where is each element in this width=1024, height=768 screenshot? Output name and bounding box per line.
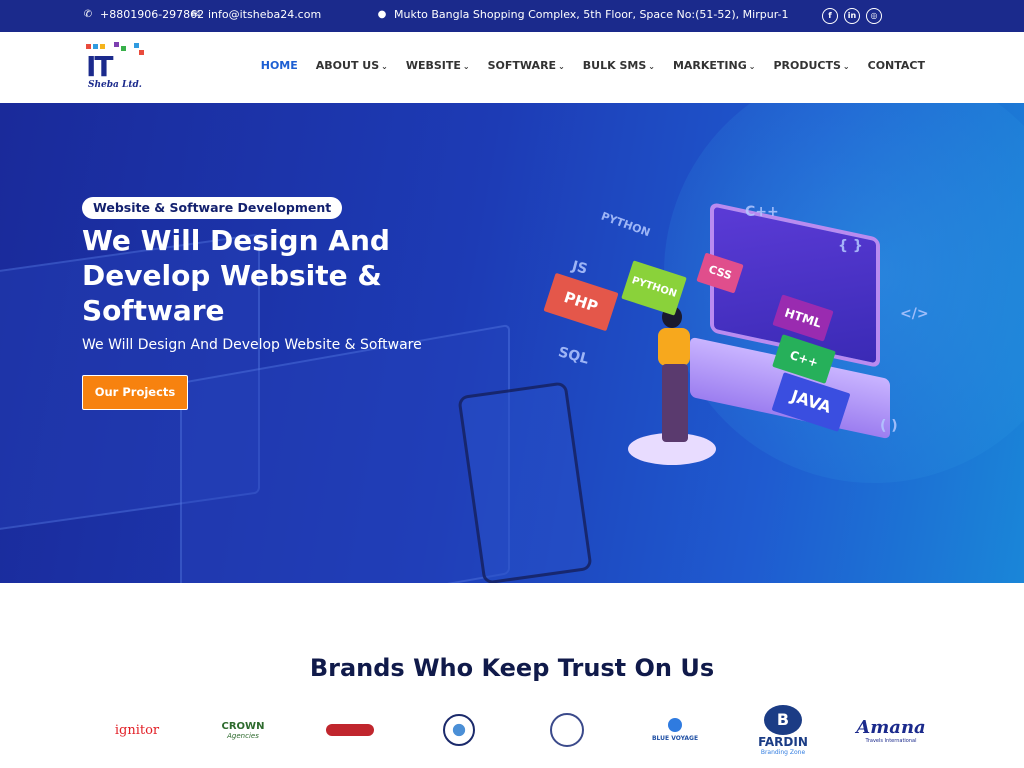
hero-badge: Website & Software Development [82,197,343,219]
our-projects-button[interactable]: Our Projects [82,375,188,410]
chevron-down-icon: ⌄ [558,62,565,71]
chevron-down-icon: ⌄ [381,62,388,71]
social-links: f in ◎ [822,8,882,24]
brand-logo-crown: CROWN Agencies [220,700,266,760]
nav-bulk-sms-label: BULK SMS [582,59,647,72]
chevron-down-icon: ⌄ [842,62,850,71]
nav-bulk-sms[interactable]: BULK SMS ⌄ [574,59,664,72]
brand-logo-amana: Amana Travels International [856,700,926,760]
round-emblem-icon [443,714,475,746]
parens-float-text: ( ) [880,418,898,434]
top-bar: ✆ +8801906-297862 ✉ info@itsheba24.com ●… [0,0,1024,32]
nav-marketing-label: MARKETING [672,59,747,72]
nav-contact[interactable]: CONTACT [859,59,934,72]
nav-about-us-label: ABOUT US [315,59,380,72]
location-pin-icon: ● [377,8,387,20]
nav-home-label: HOME [260,59,298,72]
chevron-down-icon: ⌄ [462,62,470,71]
nav-software[interactable]: SOFTWARE ⌄ [479,59,574,72]
brand-blue-voyage-text: BLUE VOYAGE [651,735,699,742]
main-navbar: IT Sheba Ltd. HOME ABOUT US ⌄ WEBSITE ⌄ SO… [0,32,1024,103]
logo-mark: IT [86,50,113,83]
nav-about-us[interactable]: ABOUT US ⌄ [307,59,397,72]
brand-amana-text: Amana [856,716,926,738]
angle-float-text: </> [900,306,929,322]
developer-illustration: PHP PYTHON CSS HTML C++ JAVA PYTHON C++ … [540,198,960,488]
person-legs [662,364,688,442]
instagram-icon[interactable]: ◎ [866,8,882,24]
hero-subtitle: We Will Design And Develop Website & Sof… [82,337,422,353]
address-contact: ● Mukto Bangla Shopping Complex, 5th Flo… [376,8,789,21]
phone-contact[interactable]: ✆ +8801906-297862 [82,8,204,21]
brand-fardin-sub: Branding Zone [760,748,806,756]
seal-emblem-icon [550,713,584,747]
logo-subtext: Sheba Ltd. [88,80,142,90]
brand-logo-foundation [326,700,374,760]
nav-home[interactable]: HOME [252,59,307,72]
site-logo[interactable]: IT Sheba Ltd. [84,40,144,96]
nav-website-label: WEBSITE [405,59,461,72]
hero-title: We Will Design And Develop Website & Sof… [82,224,390,327]
nav-software-label: SOFTWARE [487,59,557,72]
facebook-icon[interactable]: f [822,8,838,24]
brand-logo-fardin: B FARDIN Branding Zone [748,700,818,760]
main-menu: HOME ABOUT US ⌄ WEBSITE ⌄ SOFTWARE ⌄ BULK S… [252,59,934,72]
brand-ignitor-text: ignitor [114,722,160,738]
nav-products[interactable]: PRODUCTS ⌄ [764,59,858,72]
hero-banner: Website & Software Development We Will D… [0,103,1024,583]
brand-logo-emblem-2 [548,700,586,760]
brand-logo-ignitor: ignitor [112,700,162,760]
email-icon: ✉ [191,8,201,20]
brand-logo-blue-voyage: BLUE VOYAGE [652,700,698,760]
nav-website[interactable]: WEBSITE ⌄ [397,59,479,72]
brands-title: Brands Who Keep Trust On Us [309,654,715,682]
brand-crown-sub: Agencies [227,731,259,740]
fardin-b-icon: B [764,704,802,735]
email-contact[interactable]: ✉ info@itsheba24.com [190,8,321,21]
chevron-down-icon: ⌄ [648,62,655,71]
phone-number: +8801906-297862 [100,8,205,21]
nav-contact-label: CONTACT [867,59,925,72]
python-tag: PYTHON [621,260,687,316]
nav-products-label: PRODUCTS [773,59,841,72]
address-text: Mukto Bangla Shopping Complex, 5th Floor… [394,8,789,21]
nav-marketing[interactable]: MARKETING ⌄ [664,59,765,72]
foundation-emblem-icon [326,724,374,736]
sql-float-text: SQL [556,344,591,368]
chevron-down-icon: ⌄ [748,62,756,71]
js-float-text: JS [570,258,590,278]
braces-float-text: { } [838,238,863,254]
brand-amana-sub: Travels International [865,737,917,744]
phone-icon: ✆ [83,8,93,20]
person-torso [658,328,690,366]
linkedin-icon[interactable]: in [844,8,860,24]
php-tag: PHP [543,272,619,332]
python-float-text: PYTHON [599,209,652,240]
brand-logo-emblem-1 [442,700,476,760]
email-address: info@itsheba24.com [208,8,322,21]
cpp-float-text: C++ [745,204,779,220]
voyage-circle-icon [668,718,682,732]
brand-crown-text: CROWN [221,720,265,732]
brand-fardin-text: FARDIN [758,734,808,749]
